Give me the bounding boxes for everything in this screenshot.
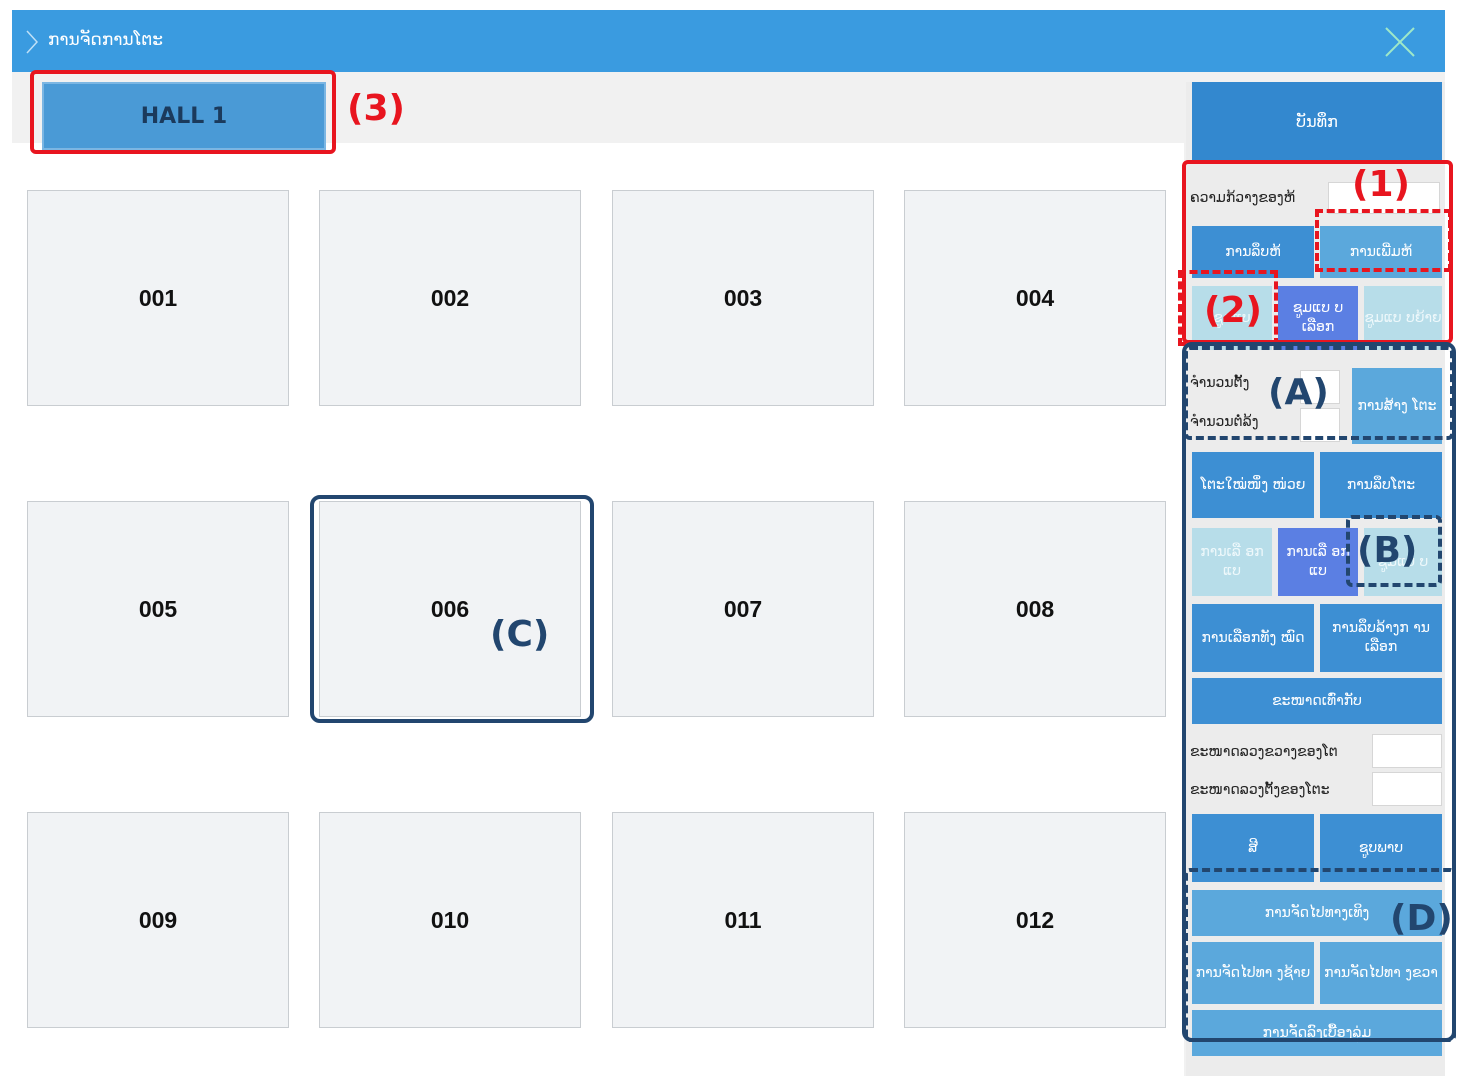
table-item[interactable]: 011 (612, 812, 874, 1028)
table-item[interactable]: 001 (27, 190, 289, 406)
annotation-label-1: (1) (1352, 164, 1410, 205)
annotation-label-c: (C) (490, 614, 550, 655)
annotation-label-d: (D) (1390, 898, 1453, 939)
table-item[interactable]: 008 (904, 501, 1166, 717)
table-item[interactable]: 005 (27, 501, 289, 717)
chevron-right-icon (26, 30, 38, 54)
table-item[interactable]: 004 (904, 190, 1166, 406)
annotation-label-a: (A) (1268, 372, 1329, 413)
table-item[interactable]: 012 (904, 812, 1166, 1028)
save-button[interactable]: ບັນທຶກ (1192, 82, 1442, 162)
table-item[interactable]: 010 (319, 812, 581, 1028)
annotation-label-3: (3) (347, 88, 405, 129)
annotation-box-c (310, 495, 594, 723)
annotation-box-3 (30, 70, 336, 154)
table-item[interactable]: 009 (27, 812, 289, 1028)
annotation-label-b: (B) (1357, 530, 1418, 571)
table-item[interactable]: 002 (319, 190, 581, 406)
annotation-label-2: (2) (1204, 290, 1262, 331)
table-item[interactable]: 007 (612, 501, 874, 717)
table-item[interactable]: 003 (612, 190, 874, 406)
title-bar: ການຈັດການໂຕະ (12, 10, 1445, 72)
window-title: ການຈັດການໂຕະ (48, 30, 164, 50)
annotation-box-1-add (1315, 209, 1452, 272)
close-icon[interactable] (1384, 26, 1416, 58)
annotation-box-d (1184, 868, 1456, 1042)
